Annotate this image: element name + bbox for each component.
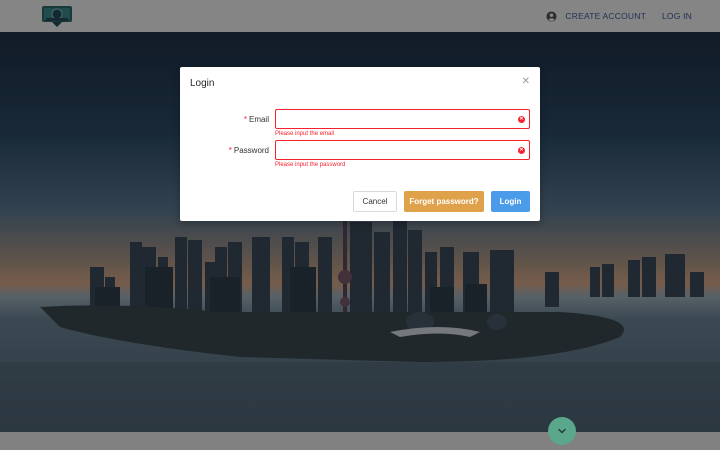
email-field[interactable] xyxy=(275,109,530,129)
email-label: * Email xyxy=(243,115,269,124)
clear-password-icon[interactable]: ✕ xyxy=(518,147,525,154)
password-field[interactable] xyxy=(275,140,530,160)
required-mark: * xyxy=(243,115,247,124)
close-icon[interactable]: ✕ xyxy=(522,77,530,87)
email-error: Please input the email xyxy=(275,131,335,137)
clear-email-icon[interactable]: ✕ xyxy=(518,116,525,123)
cancel-button[interactable]: Cancel xyxy=(353,191,397,212)
login-button[interactable]: Login xyxy=(491,191,530,212)
scroll-down-button[interactable] xyxy=(548,417,576,445)
required-mark: * xyxy=(228,146,232,155)
password-label: * Password xyxy=(228,146,269,155)
forget-password-button[interactable]: Forget password? xyxy=(404,191,484,212)
login-modal: Login ✕ * Email ✕ Please input the email … xyxy=(180,67,540,221)
modal-title: Login xyxy=(190,78,215,89)
chevron-down-icon xyxy=(558,428,566,434)
password-error: Please input the password xyxy=(275,162,346,168)
